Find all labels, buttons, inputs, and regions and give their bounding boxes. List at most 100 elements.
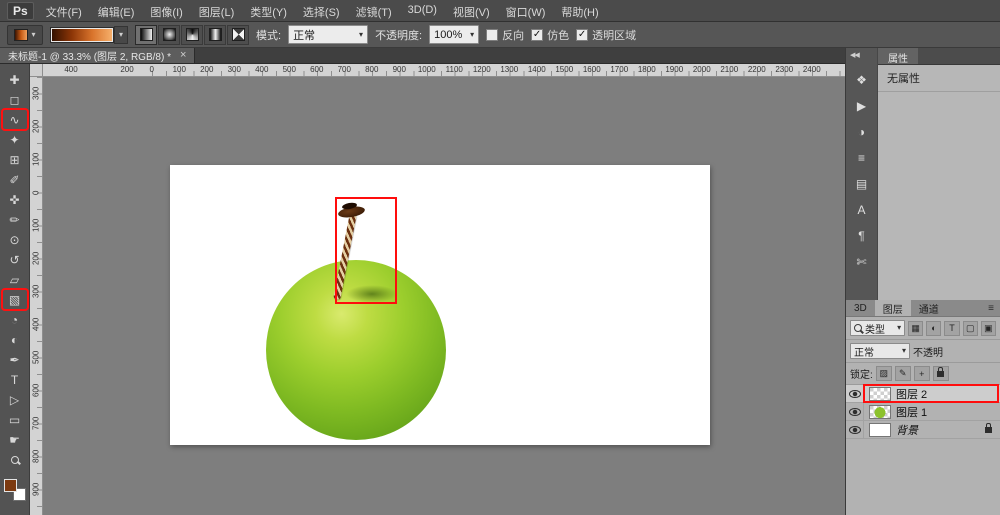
visibility-toggle[interactable] (846, 385, 864, 402)
eyedropper-tool[interactable]: ✐ (3, 170, 27, 189)
panel-menu-icon[interactable]: ≡ (982, 300, 1000, 316)
blend-mode-select[interactable]: 正常 ▾ (288, 25, 368, 44)
layer-row-background[interactable]: 背景 (846, 421, 1000, 439)
collapse-dock-button[interactable]: ◀◀ (846, 48, 877, 62)
pasteboard[interactable] (43, 77, 845, 515)
color-swatches[interactable] (4, 479, 26, 501)
filter-smart-objects-icon[interactable]: ▣ (981, 321, 996, 336)
tool-preset-picker[interactable]: ▾ (7, 25, 43, 45)
menu-item[interactable]: 文件(F) (38, 0, 90, 21)
tab-layers[interactable]: 图层 (875, 300, 911, 316)
visibility-toggle[interactable] (846, 421, 864, 438)
layer-thumbnail[interactable] (869, 423, 891, 437)
lock-image-pixels-icon[interactable]: ✎ (895, 366, 911, 381)
styles-panel-icon[interactable]: ≡ (851, 148, 873, 168)
crop-tool[interactable]: ⊞ (3, 150, 27, 169)
menu-item[interactable]: 视图(V) (445, 0, 498, 21)
filter-type-layers-icon[interactable]: T (944, 321, 959, 336)
transparency-checkbox[interactable]: ✓ (576, 29, 588, 41)
visibility-toggle[interactable] (846, 403, 864, 420)
menu-item[interactable]: 帮助(H) (553, 0, 606, 21)
lock-all-icon[interactable] (933, 366, 949, 381)
brush-tool[interactable]: ✏ (3, 210, 27, 229)
menu-item[interactable]: 编辑(E) (90, 0, 143, 21)
dodge-tool[interactable]: ◐ (3, 330, 27, 349)
pen-tool[interactable]: ✒ (3, 350, 27, 369)
filter-shape-layers-icon[interactable]: ▢ (963, 321, 978, 336)
clone-stamp-tool[interactable]: ⊙ (3, 230, 27, 249)
blur-tool[interactable]: ◔ (3, 310, 27, 329)
horizontal-ruler[interactable]: 400200 010020030040050060070080090010001… (43, 64, 845, 77)
reflected-gradient-button[interactable] (204, 25, 226, 45)
menu-item[interactable]: 图层(L) (191, 0, 242, 21)
healing-brush-tool[interactable]: ✜ (3, 190, 27, 209)
layer-thumbnail[interactable] (869, 387, 891, 401)
tab-3d[interactable]: 3D (846, 300, 875, 316)
menu-item[interactable]: 滤镜(T) (348, 0, 400, 21)
layer-filter-select[interactable]: 类型 ▾ (850, 320, 905, 336)
info-panel-icon[interactable]: ▤ (851, 174, 873, 194)
path-select-tool[interactable]: ▷ (3, 390, 27, 409)
shape-tool[interactable]: ▭ (3, 410, 27, 429)
layer-name[interactable]: 背景 (896, 422, 918, 438)
ruler-label: 2100 (716, 64, 744, 75)
gradient-tool[interactable]: ▧ (3, 290, 27, 309)
linear-gradient-button[interactable] (135, 25, 157, 45)
menu-item[interactable]: 选择(S) (295, 0, 348, 21)
document-tab[interactable]: 未标题-1 @ 33.3% (图层 2, RGB/8) * × (0, 48, 195, 63)
marquee-tool[interactable]: ◻ (3, 90, 27, 109)
foreground-color-swatch[interactable] (4, 479, 17, 492)
ruler-label: 2200 (743, 64, 771, 75)
lasso-tool[interactable]: ∿ (3, 110, 27, 129)
menu-item[interactable]: 3D(D) (400, 0, 445, 21)
hand-tool[interactable]: ☛ (3, 430, 27, 449)
gradient-preview[interactable] (50, 27, 114, 43)
type-tool[interactable]: T (3, 370, 27, 389)
adjustments-panel-icon[interactable]: ◑ (851, 122, 873, 142)
reverse-checkbox-group: 反向 (486, 27, 524, 43)
layer-blend-mode-value: 正常 (854, 344, 874, 359)
magic-wand-tool[interactable]: ✦ (3, 130, 27, 149)
vertical-ruler[interactable]: 3002001000100200300400500600700800900 (30, 77, 43, 515)
layer-name[interactable]: 图层 1 (896, 404, 927, 420)
lock-position-icon[interactable]: + (914, 366, 930, 381)
paragraph-panel-icon[interactable]: ¶ (851, 226, 873, 246)
ruler-corner[interactable] (30, 64, 43, 77)
actions-panel-icon[interactable]: ▶ (851, 96, 873, 116)
layer-row-2[interactable]: 图层 2 (846, 385, 1000, 403)
reverse-checkbox[interactable] (486, 29, 498, 41)
layer-thumbnail[interactable] (869, 405, 891, 419)
diamond-gradient-button[interactable] (227, 25, 249, 45)
swatches-panel-icon[interactable]: ❖ (851, 70, 873, 90)
tab-properties[interactable]: 属性 (878, 48, 918, 64)
layer-row-1[interactable]: 图层 1 (846, 403, 1000, 421)
tab-channels[interactable]: 通道 (911, 300, 947, 316)
close-tab-icon[interactable]: × (180, 50, 186, 61)
layers-panel-tabs: 3D 图层 通道 ≡ (846, 300, 1000, 317)
menu-item[interactable]: 类型(Y) (242, 0, 295, 21)
gradient-picker[interactable]: ▾ (50, 25, 128, 45)
type-tool-icon: T (11, 373, 18, 387)
zoom-tool[interactable] (3, 450, 27, 469)
character-panel-icon[interactable]: A (851, 200, 873, 220)
eraser-tool[interactable]: ▱ (3, 270, 27, 289)
radial-gradient-button[interactable] (158, 25, 180, 45)
gradient-picker-arrow[interactable]: ▾ (114, 26, 128, 44)
angle-gradient-button[interactable] (181, 25, 203, 45)
dither-checkbox[interactable]: ✓ (531, 29, 543, 41)
menu-item[interactable]: 窗口(W) (498, 0, 554, 21)
document-canvas[interactable] (170, 165, 710, 445)
move-tool[interactable]: ✚ (3, 70, 27, 89)
lock-transparent-pixels-icon[interactable]: ▨ (876, 366, 892, 381)
history-brush-tool[interactable]: ↺ (3, 250, 27, 269)
opacity-select[interactable]: 100% ▾ (429, 25, 479, 44)
scissors-panel-icon[interactable]: ✄ (851, 252, 873, 272)
layer-list: 图层 2 图层 1 背景 (846, 385, 1000, 439)
menu-item[interactable]: 图像(I) (142, 0, 190, 21)
no-properties-text: 无属性 (878, 65, 1000, 92)
filter-adjustment-layers-icon[interactable]: ◐ (926, 321, 941, 336)
history-brush-tool-icon: ↺ (9, 253, 19, 267)
layer-name[interactable]: 图层 2 (896, 386, 927, 402)
filter-pixel-layers-icon[interactable]: ▦ (908, 321, 923, 336)
layer-blend-mode-select[interactable]: 正常 ▾ (850, 343, 910, 359)
